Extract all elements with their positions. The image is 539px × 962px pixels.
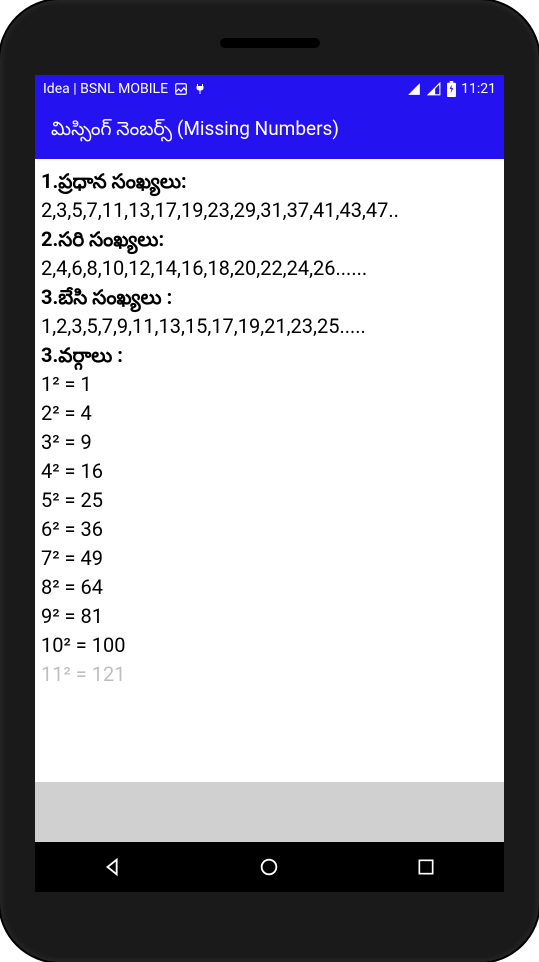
nav-bar [35, 842, 504, 892]
square-row: 7² = 49 [41, 544, 498, 573]
app-title: మిస్సింగ్ నెంబర్స్ (Missing Numbers) [51, 117, 339, 145]
back-button[interactable] [73, 842, 153, 892]
carrier-label: Idea | BSNL MOBILE [43, 81, 168, 97]
square-row: 9² = 81 [41, 602, 498, 631]
heading-squares: 3.వర్గాలు : [41, 341, 498, 370]
square-row: 4² = 16 [41, 457, 498, 486]
phone-speaker [220, 38, 320, 48]
sequence-even: 2,4,6,8,10,12,14,16,18,20,22,24,26...... [41, 254, 498, 283]
recents-button[interactable] [386, 842, 466, 892]
status-right: 11:21 [406, 81, 496, 97]
heading-odd: 3.బేసి సంఖ్యలు : [41, 283, 498, 312]
status-bar: Idea | BSNL MOBILE 11:21 [35, 75, 504, 103]
clock-label: 11:21 [461, 81, 496, 97]
battery-icon [446, 81, 457, 97]
sequence-prime: 2,3,5,7,11,13,17,19,23,29,31,37,41,43,47… [41, 196, 498, 225]
plug-icon [194, 82, 206, 96]
image-icon [174, 82, 188, 96]
signal-icon-2 [426, 82, 442, 96]
home-button[interactable] [229, 842, 309, 892]
square-row: 11² = 121 [41, 660, 498, 689]
square-row: 8² = 64 [41, 573, 498, 602]
screen: Idea | BSNL MOBILE 11:21 [35, 75, 504, 892]
content-gap [35, 782, 504, 842]
square-row: 6² = 36 [41, 515, 498, 544]
square-row: 3² = 9 [41, 428, 498, 457]
status-left: Idea | BSNL MOBILE [43, 81, 206, 97]
square-row: 5² = 25 [41, 486, 498, 515]
app-bar: మిస్సింగ్ నెంబర్స్ (Missing Numbers) [35, 103, 504, 159]
heading-even: 2.సరి సంఖ్యలు: [41, 225, 498, 254]
phone-frame: Idea | BSNL MOBILE 11:21 [0, 0, 539, 962]
sequence-odd: 1,2,3,5,7,9,11,13,15,17,19,21,23,25..... [41, 312, 498, 341]
square-row: 10² = 100 [41, 631, 498, 660]
signal-icon-1 [406, 82, 422, 96]
square-row: 1² = 1 [41, 370, 498, 399]
heading-prime: 1.ప్రధాన సంఖ్యలు: [41, 167, 498, 196]
content-area[interactable]: 1.ప్రధాన సంఖ్యలు: 2,3,5,7,11,13,17,19,23… [35, 159, 504, 782]
square-row: 2² = 4 [41, 399, 498, 428]
